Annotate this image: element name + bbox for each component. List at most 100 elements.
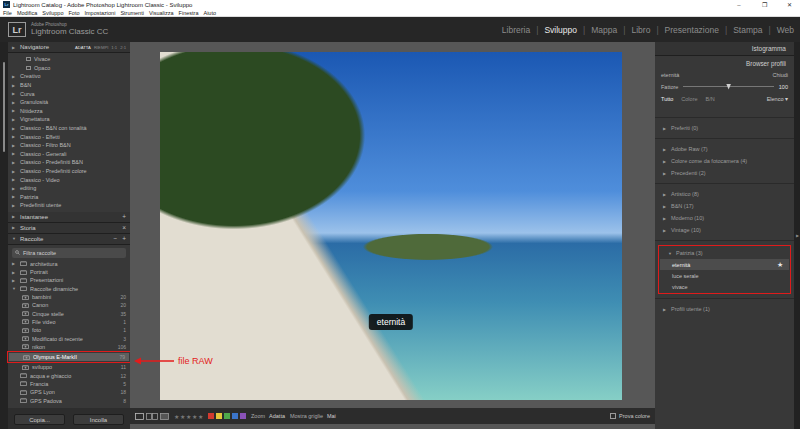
preset-folder[interactable]: ▶Curva <box>8 89 130 98</box>
collection-row[interactable]: ▼Raccolte dinamiche <box>8 285 130 293</box>
panel-action[interactable]: − <box>113 235 117 242</box>
module-tab[interactable]: Mappa <box>591 25 617 35</box>
preset-folder[interactable]: ▶B&N <box>8 81 130 90</box>
collection-row[interactable]: Olympus E-MarkII79 <box>9 353 129 361</box>
panel-action[interactable]: + <box>122 213 126 220</box>
color-label[interactable] <box>232 413 238 419</box>
preset-item[interactable]: Vivace <box>8 55 130 64</box>
preset-folder[interactable]: ▶Creativo <box>8 72 130 81</box>
panel-scrollbar[interactable] <box>0 42 8 429</box>
panel-button[interactable]: Incolla <box>73 414 124 425</box>
collection-filter[interactable]: Filtra raccolte <box>12 248 126 258</box>
collection-row[interactable]: ▶architettura <box>8 260 130 268</box>
color-label[interactable] <box>216 413 222 419</box>
collections-header[interactable]: ▼Raccolte−+ <box>8 234 130 245</box>
view-select[interactable]: Elenco ▾ <box>767 96 788 102</box>
panel-header[interactable]: ▶Istantanee+ <box>8 212 130 223</box>
preset-folder[interactable]: ▶Classico - B&N con tonalità <box>8 124 130 133</box>
preset-folder[interactable]: ▶editing <box>8 184 130 193</box>
panel-header[interactable]: ▶Storia× <box>8 223 130 234</box>
star-rating[interactable]: ★★★★★ <box>174 413 203 420</box>
collection-row[interactable]: acqua e ghiaccio12 <box>8 372 130 380</box>
profile-group-header[interactable]: ▼Patrizia (3) <box>660 247 789 259</box>
window-control[interactable]: – <box>728 2 750 8</box>
profile-group-header[interactable]: ▶Artistico (8) <box>655 188 794 200</box>
profile-group-header[interactable]: ▶Preferiti (0) <box>655 122 794 134</box>
preset-folder[interactable]: ▶Classico - Filtro B&N <box>8 141 130 150</box>
preset-folder[interactable]: ▶Classico - Video <box>8 175 130 184</box>
grid-control[interactable]: Mostra griglieMai <box>290 413 336 419</box>
preset-folder[interactable]: ▶Classico - Generali <box>8 150 130 159</box>
color-label[interactable] <box>224 413 230 419</box>
panel-action[interactable]: × <box>122 224 126 231</box>
collection-row[interactable]: GPS Padova8 <box>8 396 130 404</box>
window-control[interactable]: ✕ <box>778 1 800 8</box>
zoom-option[interactable]: ADATTA <box>75 45 91 50</box>
menu-item[interactable]: Aiuto <box>203 10 216 16</box>
preset-item[interactable]: Opaco <box>8 64 130 73</box>
profile-group-header[interactable]: ▶Moderno (10) <box>655 212 794 224</box>
preset-folder[interactable]: ▶Patrizia <box>8 193 130 202</box>
collection-row[interactable]: nikon106 <box>8 343 130 351</box>
profile-group-header[interactable]: ▶B&N (17) <box>655 200 794 212</box>
module-tab[interactable]: Presentazione <box>665 25 719 35</box>
zoom-control[interactable]: ZoomAdatta <box>251 413 285 419</box>
scroll-thumb[interactable] <box>3 62 5 152</box>
before-after-icon[interactable] <box>160 413 169 420</box>
rating-star[interactable]: ★ <box>174 413 179 420</box>
photo[interactable]: eternità <box>160 52 622 400</box>
menu-item[interactable]: File <box>3 10 12 16</box>
color-label[interactable] <box>240 413 246 419</box>
preset-folder[interactable]: ▶Granulosità <box>8 98 130 107</box>
collection-row[interactable]: bambini20 <box>8 293 130 301</box>
panel-toggle[interactable]: ▶ <box>794 42 800 429</box>
filter-tab[interactable]: Colore <box>681 96 697 102</box>
collection-row[interactable]: File video1 <box>8 318 130 326</box>
collection-row[interactable]: Modificato di recente3 <box>8 334 130 342</box>
preset-folder[interactable]: ▶Vignettatura <box>8 115 130 124</box>
profile-group-header[interactable]: ▶Colore come da fotocamera (4) <box>655 155 794 167</box>
preset-folder[interactable]: ▶Classico - Predefiniti colore <box>8 167 130 176</box>
color-label[interactable] <box>208 413 214 419</box>
rating-star[interactable]: ★ <box>186 413 191 420</box>
menu-item[interactable]: Foto <box>68 10 79 16</box>
profile-group-header[interactable]: ▶Adobe Raw (7) <box>655 143 794 155</box>
collection-row[interactable]: Francia5 <box>8 380 130 388</box>
window-control[interactable]: ❐ <box>753 1 775 8</box>
profile-row[interactable]: luce serale <box>660 270 789 281</box>
zoom-option[interactable]: RIEMPI <box>94 45 108 50</box>
rating-star[interactable]: ★ <box>198 413 203 420</box>
menu-item[interactable]: Finestra <box>179 10 199 16</box>
rating-star[interactable]: ★ <box>192 413 197 420</box>
compare-view-icon[interactable] <box>146 413 158 420</box>
slider-thumb[interactable] <box>726 84 731 90</box>
module-tab[interactable]: Web <box>777 25 794 35</box>
navigator-header[interactable]: ▶NavigatoreADATTARIEMPI1:12:1 <box>8 42 130 53</box>
rating-star[interactable]: ★ <box>180 413 185 420</box>
module-tab[interactable]: Libreria <box>502 25 530 35</box>
collection-row[interactable]: ▶Presentazioni <box>8 276 130 284</box>
soft-proof[interactable]: Prova colore <box>610 413 650 419</box>
histogram-header[interactable]: Istogramma <box>655 42 794 56</box>
module-tab[interactable]: Sviluppo <box>544 25 577 35</box>
collection-row[interactable]: Cinque stelle35 <box>8 309 130 317</box>
menu-item[interactable]: Impostazioni <box>84 10 115 16</box>
preset-folder[interactable]: ▶Nitidezza <box>8 107 130 116</box>
menu-item[interactable]: Strumenti <box>120 10 144 16</box>
panel-action[interactable]: + <box>122 235 126 242</box>
collection-row[interactable]: ▶Portrait <box>8 268 130 276</box>
favorite-star[interactable]: ★ <box>777 261 783 269</box>
profile-row[interactable]: eternità★ <box>660 259 789 270</box>
collection-row[interactable]: foto1 <box>8 326 130 334</box>
filter-tab[interactable]: Tutto <box>661 96 673 102</box>
preset-folder[interactable]: ▶Classico - Predefiniti B&N <box>8 158 130 167</box>
profile-group-header[interactable]: ▶Profili utente (1) <box>655 303 794 315</box>
collection-row[interactable]: Canon20 <box>8 301 130 309</box>
module-tab[interactable]: Stampa <box>733 25 762 35</box>
profile-group-header[interactable]: ▶Precedenti (2) <box>655 167 794 179</box>
filter-tab[interactable]: B/N <box>706 96 715 102</box>
menu-item[interactable]: Modifica <box>17 10 37 16</box>
loupe-view-icon[interactable] <box>135 413 144 420</box>
zoom-option[interactable]: 1:1 <box>111 45 117 50</box>
soft-proof-checkbox[interactable] <box>610 413 616 419</box>
